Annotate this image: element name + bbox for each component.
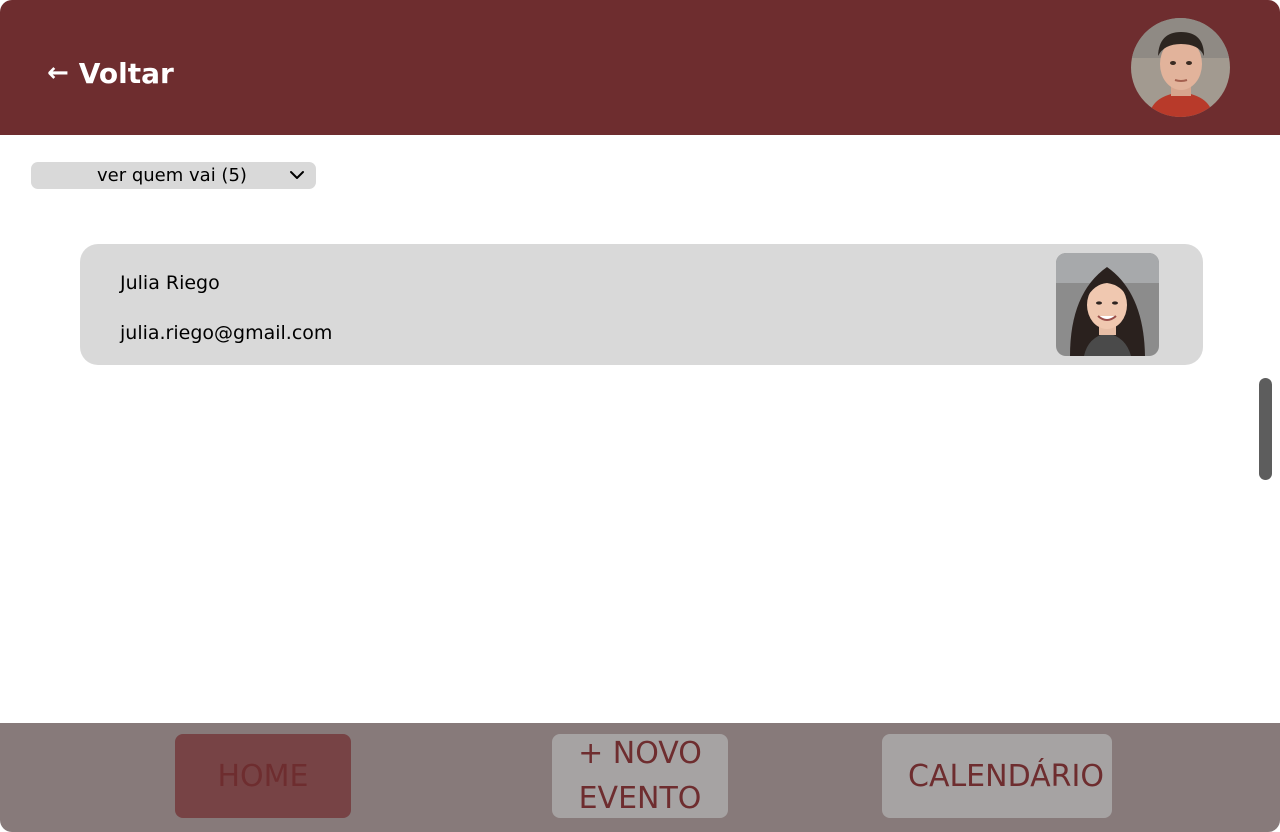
top-header: ← Voltar <box>0 0 1280 135</box>
calendar-button[interactable]: CALENDÁRIO <box>882 734 1112 818</box>
attendee-photo-image <box>1056 253 1159 356</box>
chevron-down-icon <box>290 171 304 179</box>
arrow-left-icon: ← <box>47 58 69 88</box>
scrollbar-thumb[interactable] <box>1259 378 1272 480</box>
new-event-button-label: + NOVO EVENTO <box>578 736 702 816</box>
attendee-photo <box>1056 253 1159 356</box>
bottom-navigation: HOME + NOVO EVENTO CALENDÁRIO <box>0 723 1280 832</box>
home-button[interactable]: HOME <box>175 734 351 818</box>
attendee-card[interactable]: Julia Riego julia.riego@gmail.com <box>80 244 1203 365</box>
back-label: Voltar <box>78 56 174 90</box>
home-button-label: HOME <box>217 758 309 794</box>
calendar-button-label: CALENDÁRIO <box>908 758 1104 794</box>
attendees-dropdown-label: ver quem vai (5) <box>97 165 247 186</box>
attendee-email: julia.riego@gmail.com <box>120 322 333 344</box>
attendee-name: Julia Riego <box>120 272 220 294</box>
new-event-button[interactable]: + NOVO EVENTO <box>552 734 728 818</box>
event-attendees-page: ← Voltar ver quem vai (5) Julia Riego ju <box>0 0 1280 832</box>
attendees-dropdown[interactable]: ver quem vai (5) <box>31 162 316 189</box>
back-button[interactable]: ← Voltar <box>47 52 174 94</box>
user-avatar-image <box>1131 18 1230 117</box>
user-avatar[interactable] <box>1131 18 1230 117</box>
